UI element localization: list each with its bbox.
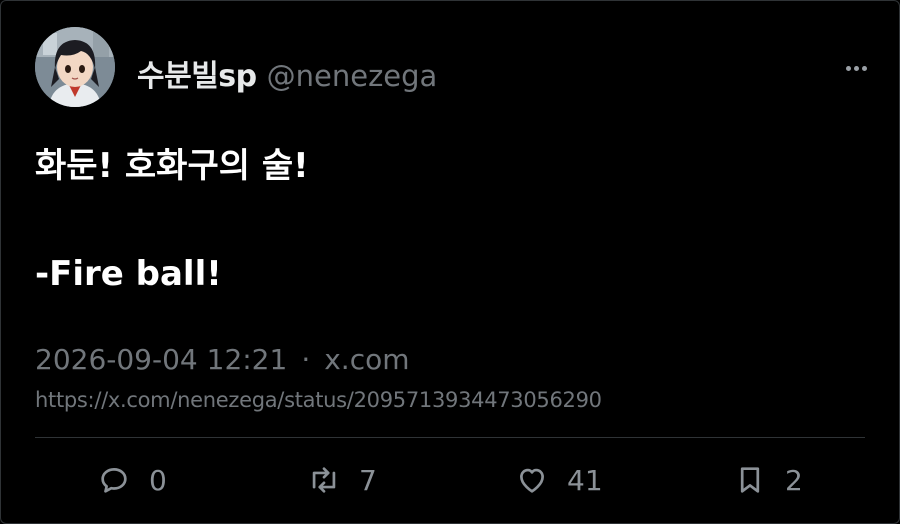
- tweet-meta: 2026-09-04 12:21 · x.com: [35, 343, 410, 376]
- more-icon-dot: [853, 65, 859, 71]
- tweet-card: 수분빌sp @nenezega 화둔! 호화구의 술! -Fire ball! …: [0, 0, 900, 524]
- bookmark-count: 2: [785, 463, 803, 497]
- more-button[interactable]: [839, 57, 873, 79]
- bookmark-icon: [740, 467, 760, 493]
- reply-icon: [101, 468, 127, 493]
- repost-button[interactable]: 7: [307, 457, 377, 503]
- handle[interactable]: @nenezega: [267, 59, 438, 93]
- tweet-url[interactable]: https://x.com/nenezega/status/2095713934…: [35, 388, 602, 412]
- meta-separator: ·: [301, 343, 311, 376]
- reply-count: 0: [149, 463, 167, 497]
- repost-count: 7: [359, 463, 377, 497]
- repost-icon: [312, 467, 336, 493]
- action-bar: 0 7 41 2: [1, 457, 900, 503]
- avatar[interactable]: [35, 27, 115, 107]
- source-link[interactable]: x.com: [324, 343, 409, 376]
- tweet-text: 화둔! 호화구의 술! -Fire ball!: [35, 146, 309, 294]
- avatar-image: [35, 27, 115, 107]
- bookmark-button[interactable]: 2: [733, 457, 803, 503]
- timestamp[interactable]: 2026-09-04 12:21: [35, 343, 287, 376]
- like-count: 41: [567, 463, 603, 497]
- more-icon-dot: [861, 65, 867, 71]
- divider: [35, 437, 865, 438]
- author-info: 수분빌sp @nenezega: [137, 51, 437, 95]
- display-name[interactable]: 수분빌sp: [137, 51, 257, 95]
- reply-button[interactable]: 0: [97, 457, 167, 503]
- heart-icon: [520, 468, 544, 493]
- more-icon: [845, 65, 851, 71]
- like-button[interactable]: 41: [515, 457, 603, 503]
